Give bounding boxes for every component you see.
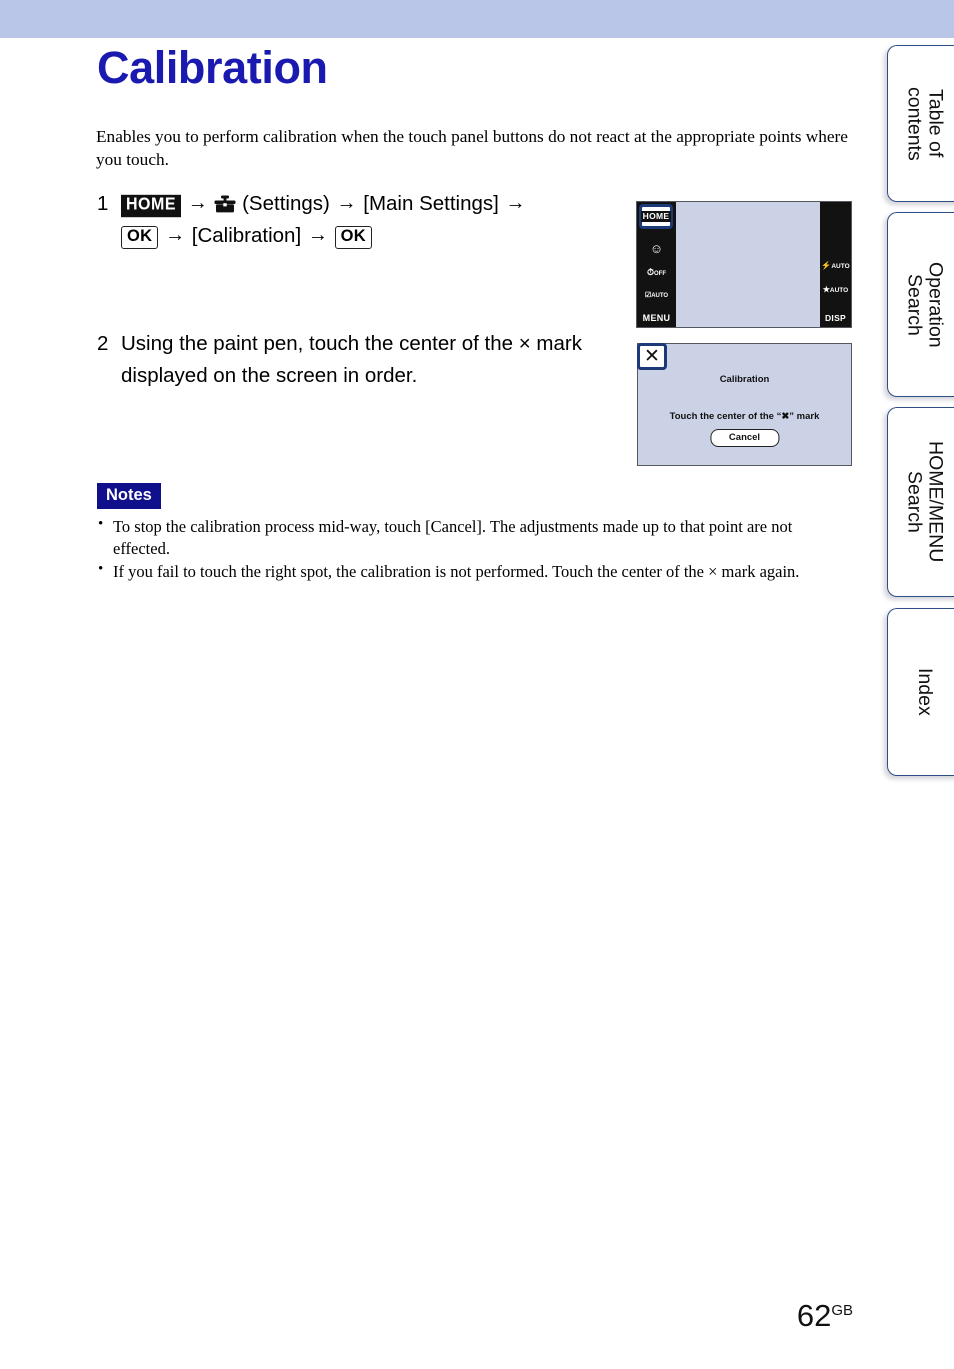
camera-home-button-highlight: HOME — [639, 204, 673, 229]
note-item: • To stop the calibration process mid-wa… — [96, 516, 851, 560]
note-item: • If you fail to touch the right spot, t… — [96, 561, 851, 583]
top-decorative-band — [0, 0, 954, 38]
page-title: Calibration — [97, 42, 328, 93]
bullet-icon: • — [98, 516, 104, 532]
step-2-number: 2 — [97, 332, 109, 355]
home-icon: HOME — [121, 194, 181, 217]
tab-label: HOME/MENU Search — [903, 441, 947, 563]
close-icon: ✕ — [637, 343, 667, 370]
flash-auto-icon: ☑AUTO — [644, 292, 669, 299]
arrow-icon: → — [505, 192, 526, 214]
macro-auto-icon: ★AUTO — [822, 285, 849, 294]
sidebar-tab-home-menu-search[interactable]: HOME/MENU Search — [887, 407, 954, 597]
ok-icon: OK — [334, 225, 372, 249]
sidebar-tab-operation-search[interactable]: Operation Search — [887, 212, 954, 397]
step-1-line-1: HOME → (Settings) → [Main Settings] → — [121, 188, 617, 220]
tab-label: Table of contents — [903, 86, 947, 161]
calibration-label: [Calibration] — [191, 223, 302, 247]
arrow-icon: → — [165, 223, 186, 246]
step-1-body: HOME → (Settings) → [Main Settings] → OK… — [121, 188, 617, 252]
page-number-value: 62 — [796, 1298, 832, 1333]
tab-label: Index — [914, 668, 937, 716]
self-timer-off-icon: ⏱OFF — [646, 267, 667, 278]
calibration-screen-illustration: ✕ Calibration Touch the center of the “✖… — [637, 343, 852, 466]
ok-icon: OK — [121, 225, 159, 249]
cancel-button: Cancel — [709, 429, 780, 448]
notes-list: • To stop the calibration process mid-wa… — [96, 516, 851, 584]
arrow-icon: → — [307, 223, 328, 246]
intro-paragraph: Enables you to perform calibration when … — [96, 127, 848, 169]
settings-label: (Settings) — [242, 192, 330, 215]
page-number: 62GB — [797, 1300, 853, 1331]
note-text: If you fail to touch the right spot, the… — [113, 561, 800, 581]
note-text: To stop the calibration process mid-way,… — [113, 517, 793, 558]
camera-screen-illustration: ☺ ⏱OFF ☑AUTO MENU ⚡AUTO ★AUTO DISP HOME — [636, 201, 852, 328]
side-tab-rail: Table of contents Operation Search HOME/… — [880, 0, 954, 1369]
main-settings-label: [Main Settings] — [363, 192, 499, 215]
flash-auto-label: AUTO — [831, 263, 850, 270]
bullet-icon: • — [98, 560, 104, 577]
calibration-screen-title: Calibration — [719, 374, 770, 385]
flash-auto-icon: ⚡AUTO — [821, 261, 850, 270]
smile-icon: ☺ — [649, 241, 664, 256]
toolbox-icon — [214, 191, 236, 213]
page-content: Calibration Enables you to perform calib… — [0, 38, 880, 1369]
page-number-suffix: GB — [831, 1302, 853, 1319]
sidebar-tab-table-of-contents[interactable]: Table of contents — [887, 45, 954, 202]
step-2: 2 Using the paint pen, touch the center … — [97, 328, 597, 392]
notes-label: Notes — [97, 483, 161, 509]
step-1-line-2: OK → [Calibration] → OK — [121, 220, 617, 252]
sidebar-tab-index[interactable]: Index — [887, 608, 954, 776]
camera-disp-label: DISP — [824, 313, 847, 323]
camera-right-toolbar: ⚡AUTO ★AUTO DISP — [820, 202, 851, 327]
arrow-icon: → — [336, 192, 357, 214]
step-2-text: Using the paint pen, touch the center of… — [121, 332, 582, 387]
home-icon: HOME — [640, 210, 672, 223]
step-1: 1 HOME → (Settings) → [Main Settings] → … — [97, 188, 617, 252]
tab-label: Operation Search — [903, 261, 947, 348]
arrow-icon: → — [187, 192, 208, 214]
macro-auto-label: AUTO — [829, 287, 849, 294]
calibration-screen-message: Touch the center of the “✖” mark — [669, 411, 820, 422]
camera-menu-label: MENU — [642, 313, 671, 323]
step-1-number: 1 — [97, 192, 109, 215]
